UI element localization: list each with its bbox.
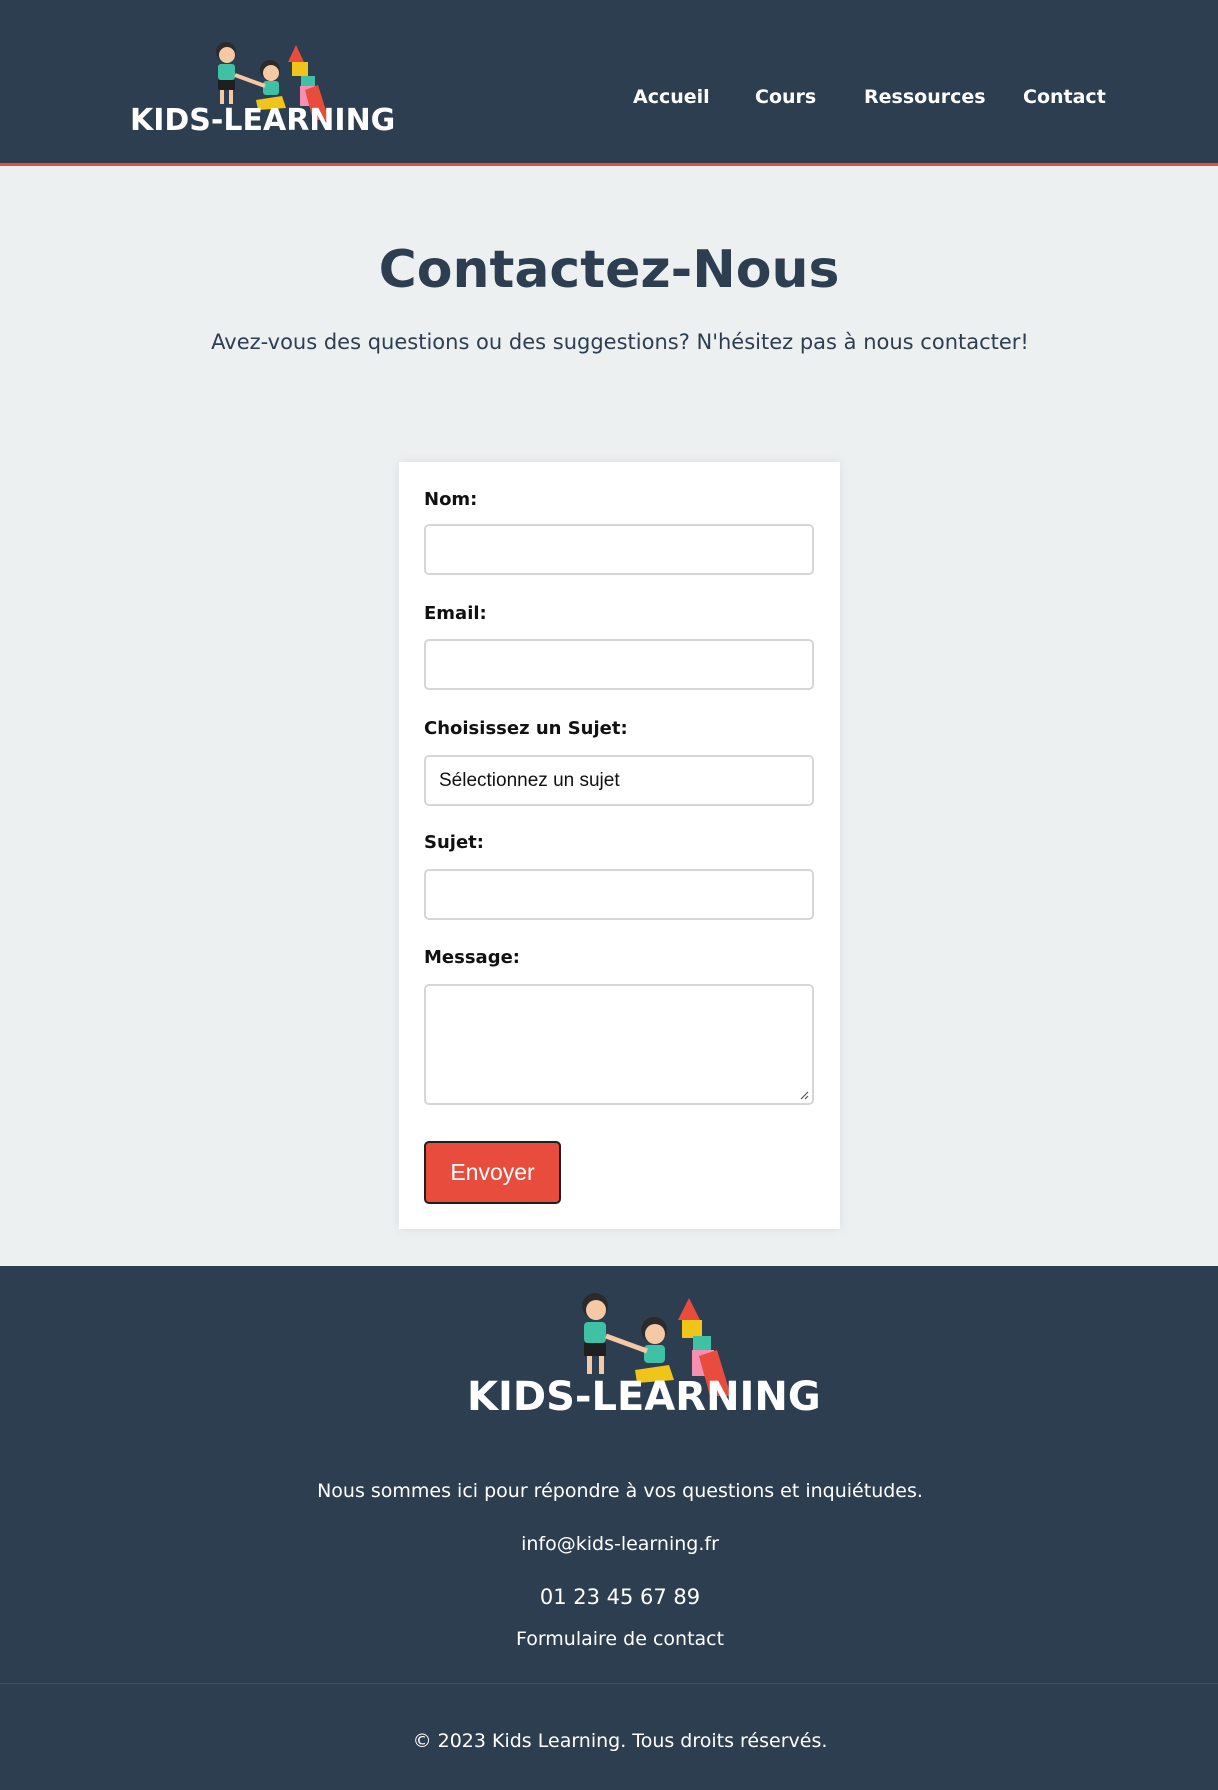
site-header: KIDS-LEARNING Accueil Cours Ressources C… (0, 0, 1218, 166)
footer-tagline: Nous sommes ici pour répondre à vos ques… (317, 1480, 923, 1502)
nav-item-ressources[interactable]: Ressources (864, 86, 986, 108)
nav-item-accueil[interactable]: Accueil (633, 86, 710, 108)
footer-logo: KIDS-LEARNING (467, 1290, 821, 1420)
name-label: Nom: (424, 489, 478, 510)
main-nav: Accueil Cours Ressources Contact (0, 86, 1218, 116)
page-intro: Avez-vous des questions ou des suggestio… (211, 330, 1029, 354)
footer-phone: 01 23 45 67 89 (539, 1585, 701, 1609)
message-label: Message: (424, 947, 520, 968)
site-footer: KIDS-LEARNING Nous sommes ici pour répon… (0, 1266, 1218, 1790)
message-textarea[interactable] (424, 984, 814, 1105)
copyright: © 2023 Kids Learning. Tous droits réserv… (412, 1730, 828, 1752)
footer-email-link[interactable]: info@kids-learning.fr (0, 1533, 1218, 1555)
email-input[interactable] (424, 639, 814, 690)
resize-grip-icon[interactable] (799, 1090, 809, 1100)
email-label: Email: (424, 603, 487, 624)
send-button[interactable]: Envoyer (424, 1141, 561, 1204)
nav-item-contact[interactable]: Contact (1023, 86, 1106, 108)
topic-selected-value: Sélectionnez un sujet (439, 769, 620, 791)
subject-label: Sujet: (424, 832, 484, 853)
name-input[interactable] (424, 524, 814, 575)
page-title: Contactez-Nous (378, 240, 840, 300)
footer-divider (0, 1683, 1218, 1684)
topic-select[interactable]: Sélectionnez un sujet (424, 755, 814, 806)
footer-contact-link[interactable]: Formulaire de contact (0, 1628, 1218, 1650)
footer-logo-wordmark: KIDS-LEARNING (467, 1374, 821, 1420)
nav-item-cours[interactable]: Cours (755, 86, 816, 108)
subject-input[interactable] (424, 869, 814, 920)
topic-label: Choisissez un Sujet: (424, 718, 628, 739)
contact-form: Nom: Email: Choisissez un Sujet: Sélecti… (399, 462, 840, 1229)
